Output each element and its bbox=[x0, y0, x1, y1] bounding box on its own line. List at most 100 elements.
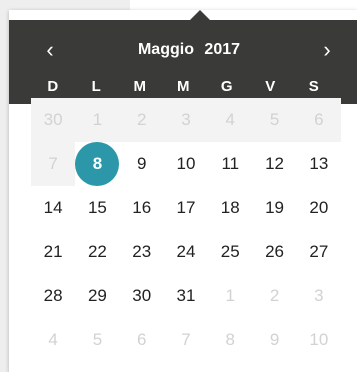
day-number: 5 bbox=[269, 110, 280, 129]
day-cell[interactable]: 31 bbox=[164, 274, 208, 318]
day-cell[interactable]: 18 bbox=[208, 186, 252, 230]
day-cell[interactable]: 7 bbox=[31, 142, 76, 186]
day-number: 26 bbox=[265, 242, 284, 261]
day-cell[interactable]: 6 bbox=[120, 318, 164, 362]
weekday-label: D bbox=[47, 78, 59, 95]
day-number: 18 bbox=[220, 198, 240, 217]
weekday-label: M bbox=[177, 78, 190, 95]
day-cell[interactable]: 24 bbox=[164, 230, 208, 274]
day-number: 8 bbox=[225, 330, 235, 349]
day-cell[interactable]: 12 bbox=[252, 142, 296, 186]
day-cell[interactable]: 2 bbox=[119, 98, 164, 142]
calendar-week-row: 4 5 6 7 8 9 10 bbox=[31, 318, 341, 362]
day-cell[interactable]: 9 bbox=[252, 318, 296, 362]
calendar-week-row: 21 22 23 24 25 26 27 bbox=[31, 230, 341, 274]
day-number: 13 bbox=[309, 154, 329, 173]
day-cell[interactable]: 3 bbox=[297, 274, 341, 318]
day-number: 10 bbox=[176, 154, 196, 173]
day-number: 20 bbox=[309, 198, 329, 217]
prev-month-icon[interactable]: ‹ bbox=[35, 35, 65, 65]
day-cell[interactable]: 8 bbox=[208, 318, 252, 362]
calendar-week-row: 7 8 9 10 11 12 13 bbox=[31, 142, 341, 186]
day-number: 11 bbox=[221, 154, 240, 173]
day-cell[interactable]: 10 bbox=[164, 142, 208, 186]
day-cell[interactable]: 11 bbox=[208, 142, 252, 186]
day-cell[interactable]: 17 bbox=[164, 186, 208, 230]
day-cell[interactable]: 1 bbox=[75, 98, 120, 142]
day-cell[interactable]: 5 bbox=[75, 318, 119, 362]
day-cell[interactable]: 30 bbox=[120, 274, 164, 318]
day-number: 2 bbox=[136, 110, 147, 129]
day-number: 4 bbox=[48, 330, 58, 349]
day-number: 24 bbox=[176, 242, 196, 261]
day-cell[interactable]: 7 bbox=[164, 318, 208, 362]
day-number: 9 bbox=[269, 330, 280, 349]
day-number: 27 bbox=[309, 242, 329, 261]
day-cell[interactable]: 16 bbox=[120, 186, 164, 230]
day-number: 22 bbox=[87, 242, 107, 261]
day-number: 4 bbox=[225, 110, 235, 129]
day-number: 31 bbox=[176, 286, 196, 305]
day-number: 25 bbox=[220, 242, 240, 261]
day-cell[interactable]: 21 bbox=[31, 230, 75, 274]
day-cell[interactable]: 22 bbox=[75, 230, 119, 274]
day-number: 8 bbox=[92, 154, 103, 173]
day-cell[interactable]: 9 bbox=[120, 142, 164, 186]
day-cell[interactable]: 5 bbox=[252, 98, 297, 142]
day-cell[interactable]: 26 bbox=[252, 230, 296, 274]
day-number: 21 bbox=[43, 242, 63, 261]
day-number: 10 bbox=[309, 330, 329, 349]
calendar-week-row: 30 1 2 3 4 5 6 bbox=[31, 98, 341, 142]
day-cell[interactable]: 3 bbox=[163, 98, 209, 142]
day-cell[interactable]: 28 bbox=[31, 274, 75, 318]
day-cell[interactable]: 30 bbox=[31, 98, 76, 142]
calendar-header: ‹ Maggio 2017 › D L M M G V S bbox=[9, 20, 357, 104]
day-number: 19 bbox=[265, 198, 284, 217]
day-number: 1 bbox=[92, 110, 103, 129]
day-cell[interactable]: 19 bbox=[252, 186, 296, 230]
weekday-label: S bbox=[308, 78, 319, 95]
day-number: 29 bbox=[87, 286, 107, 305]
day-number: 6 bbox=[314, 110, 324, 129]
day-number: 7 bbox=[181, 330, 191, 349]
day-number: 6 bbox=[136, 330, 147, 349]
next-month-icon[interactable]: › bbox=[312, 35, 342, 65]
day-cell[interactable]: 4 bbox=[208, 98, 253, 142]
day-number: 12 bbox=[265, 154, 284, 173]
weekday-row: D L M M G V S bbox=[31, 76, 357, 98]
calendar-week-row: 14 15 16 17 18 19 20 bbox=[31, 186, 341, 230]
day-number: 16 bbox=[132, 198, 152, 217]
day-cell[interactable]: 6 bbox=[296, 98, 341, 142]
day-cell[interactable]: 20 bbox=[297, 186, 341, 230]
month-label: Maggio bbox=[137, 41, 194, 58]
selected-day-cell[interactable]: 8 bbox=[75, 142, 120, 186]
day-number: 9 bbox=[136, 154, 147, 173]
calendar-week-row: 28 29 30 31 1 2 3 bbox=[31, 274, 341, 318]
weekday-label: G bbox=[220, 78, 233, 95]
day-cell[interactable]: 25 bbox=[208, 230, 252, 274]
day-cell[interactable]: 10 bbox=[297, 318, 341, 362]
day-cell[interactable]: 4 bbox=[31, 318, 75, 362]
day-number: 17 bbox=[176, 198, 196, 217]
day-number: 7 bbox=[48, 154, 58, 173]
year-label: 2017 bbox=[204, 41, 241, 58]
weekday-label: L bbox=[91, 78, 101, 95]
weekday-label: V bbox=[265, 78, 276, 95]
day-cell[interactable]: 29 bbox=[75, 274, 119, 318]
day-number: 30 bbox=[132, 286, 152, 305]
day-number: 1 bbox=[225, 286, 235, 305]
day-cell[interactable]: 1 bbox=[208, 274, 252, 318]
day-number: 5 bbox=[92, 330, 103, 349]
day-number: 3 bbox=[181, 110, 191, 129]
day-cell[interactable]: 14 bbox=[31, 186, 75, 230]
day-number: 14 bbox=[43, 198, 63, 217]
weekday-label: M bbox=[133, 78, 147, 95]
day-number: 23 bbox=[132, 242, 152, 261]
day-cell[interactable]: 15 bbox=[75, 186, 119, 230]
month-title[interactable]: Maggio 2017 bbox=[109, 35, 269, 65]
day-cell[interactable]: 2 bbox=[252, 274, 296, 318]
day-number: 28 bbox=[43, 286, 63, 305]
day-cell[interactable]: 23 bbox=[120, 230, 164, 274]
day-cell[interactable]: 13 bbox=[297, 142, 341, 186]
day-cell[interactable]: 27 bbox=[297, 230, 341, 274]
